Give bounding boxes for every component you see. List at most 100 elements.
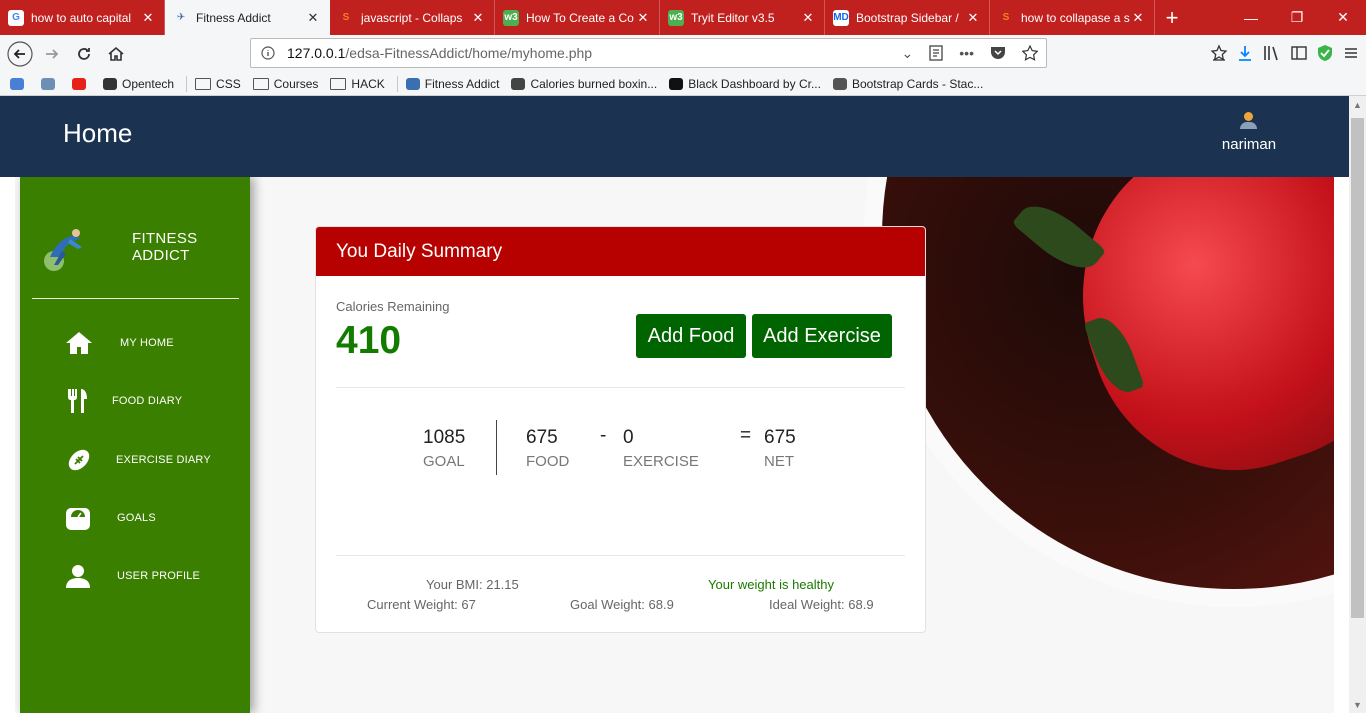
close-window-button[interactable]: ✕ (1320, 0, 1366, 35)
tab-favicon-icon: S (998, 9, 1014, 26)
sidebar-item-my-home[interactable]: MY HOME (20, 323, 250, 363)
tab-title: Tryit Editor v3.5 (691, 10, 775, 25)
scroll-up-arrow[interactable]: ▲ (1349, 96, 1366, 113)
bookmark-label: Bootstrap Cards - Stac... (851, 76, 984, 91)
tab-close-icon[interactable]: ✕ (1130, 10, 1146, 26)
browser-tab[interactable]: MD Bootstrap Sidebar / ✕ (825, 0, 990, 35)
chevron-down-icon[interactable]: ⌄ (902, 45, 914, 62)
folder-icon (252, 77, 269, 90)
pocket-icon[interactable] (990, 46, 1006, 61)
browser-tab[interactable]: Sjavascript - Collaps ✕ (330, 0, 495, 35)
page-actions-menu[interactable]: ••• (959, 45, 974, 61)
bookmark-favicon-icon (669, 77, 684, 90)
goal-weight-text: Goal Weight: 68.9 (570, 597, 674, 612)
browser-tab[interactable]: Ghow to auto capital ✕ (0, 0, 165, 35)
bookmark-label: Black Dashboard by Cr... (688, 76, 821, 91)
page-header: Home nariman (0, 96, 1349, 177)
url-actions: ⌄ ••• (902, 39, 1038, 67)
page-scrollbar[interactable]: ▲ ▼ (1349, 96, 1366, 713)
net-label: NET (764, 453, 794, 470)
browser-tab[interactable]: ✈ Fitness Addict ✕ (165, 0, 330, 35)
bookmark-item[interactable] (41, 77, 60, 90)
tab-close-icon[interactable]: ✕ (470, 10, 486, 26)
bookmark-item[interactable]: Opentech (103, 77, 174, 91)
sidebar-item-user-profile[interactable]: USER PROFILE (20, 556, 250, 596)
bookmark-item[interactable]: Courses (252, 76, 319, 91)
hamburger-menu-icon[interactable] (1342, 44, 1360, 62)
sidebar-item-goals[interactable]: GOALS (20, 498, 250, 538)
info-icon (261, 46, 275, 60)
tab-favicon-icon: S (338, 9, 354, 26)
sidebar-item-label: MY HOME (120, 337, 174, 349)
bowl-rim (864, 177, 1334, 607)
tab-favicon-icon: MD (833, 9, 849, 26)
exercise-stat: 0 EXERCISE (623, 427, 699, 470)
back-button[interactable] (4, 40, 36, 68)
url-host: 127.0.0.1 (287, 45, 346, 61)
reader-view-icon[interactable] (929, 45, 943, 61)
browser-tab[interactable]: w3 Tryit Editor v3.5 ✕ (660, 0, 825, 35)
add-exercise-button[interactable]: Add Exercise (752, 314, 892, 358)
bookmark-item[interactable]: Calories burned boxin... (511, 77, 657, 91)
bookmark-item[interactable]: CSS (195, 77, 241, 91)
food-label: FOOD (526, 453, 570, 470)
brand-divider (32, 298, 239, 299)
bookmark-item[interactable]: HACK (330, 77, 385, 91)
bookmark-favicon-icon (832, 77, 847, 90)
download-icon[interactable] (1236, 44, 1254, 62)
home-button[interactable] (100, 40, 132, 68)
url-path: /edsa-FitnessAddict/home/myhome.php (345, 45, 593, 61)
bookmark-favicon-icon (103, 77, 117, 90)
sidebar-item-food-diary[interactable]: FOOD DIARY (20, 381, 250, 421)
sidebar-item-exercise-diary[interactable]: EXERCISE DIARY (20, 440, 250, 480)
goal-value: 1085 (423, 427, 466, 448)
bookmarks-star-icon[interactable] (1210, 44, 1228, 62)
scale-icon (64, 504, 92, 532)
forward-button[interactable] (36, 40, 68, 68)
restore-button[interactable]: ❐ (1274, 0, 1320, 35)
library-icon[interactable] (1262, 44, 1282, 62)
main-content: FITNESS ADDICT MY HOME FOOD DIARY EXERCI… (15, 177, 1334, 713)
add-food-button[interactable]: Add Food (636, 314, 746, 358)
scroll-thumb[interactable] (1351, 118, 1364, 618)
bookmark-favicon-icon (405, 77, 420, 90)
brand[interactable]: FITNESS ADDICT (40, 221, 250, 273)
reload-button[interactable] (68, 40, 100, 68)
tab-close-icon[interactable]: ✕ (800, 10, 816, 26)
tab-favicon-icon: ✈ (173, 9, 189, 26)
toolbar-right (1210, 39, 1360, 67)
calories-remaining-value: 410 (336, 319, 402, 362)
tab-close-icon[interactable]: ✕ (305, 10, 321, 26)
tab-close-icon[interactable]: ✕ (965, 10, 981, 26)
bookmark-label: Courses (273, 76, 319, 91)
minimize-button[interactable]: — (1228, 0, 1274, 35)
bookmark-item[interactable]: Bootstrap Cards - Stac... (832, 76, 984, 91)
exercise-label: EXERCISE (623, 453, 699, 470)
bookmark-separator (396, 75, 398, 92)
bookmark-item[interactable]: Fitness Addict (405, 77, 499, 91)
goal-label: GOAL (423, 453, 465, 470)
bookmark-star-icon[interactable] (1022, 45, 1038, 61)
tab-title: Bootstrap Sidebar / (856, 10, 959, 25)
user-menu[interactable]: nariman (1212, 112, 1286, 153)
user-name: nariman (1221, 136, 1277, 153)
address-bar[interactable]: 127.0.0.1/edsa-FitnessAddict/home/myhome… (250, 38, 1047, 68)
browser-tab[interactable]: Show to collapase a s ✕ (990, 0, 1155, 35)
bmi-text: Your BMI: 21.15 (426, 577, 519, 592)
bookmark-item[interactable] (72, 77, 91, 90)
new-tab-button[interactable]: + (1155, 0, 1189, 35)
scroll-down-arrow[interactable]: ▼ (1349, 696, 1366, 713)
minus-sign: - (600, 425, 607, 446)
bookmark-item[interactable]: Black Dashboard by Cr... (669, 77, 821, 91)
tab-close-icon[interactable]: ✕ (140, 10, 156, 26)
equals-sign: = (740, 425, 752, 446)
browser-tab[interactable]: w3 How To Create a Co ✕ (495, 0, 660, 35)
sidebar-toggle-icon[interactable] (1290, 44, 1308, 62)
tab-title: how to collapase a s (1021, 10, 1130, 25)
brand-logo (40, 221, 94, 273)
bookmark-item[interactable] (10, 77, 29, 90)
shield-extension-icon[interactable] (1316, 44, 1334, 62)
tab-close-icon[interactable]: ✕ (635, 10, 651, 26)
sidebar-item-label: USER PROFILE (117, 570, 201, 582)
user-icon (64, 562, 92, 590)
